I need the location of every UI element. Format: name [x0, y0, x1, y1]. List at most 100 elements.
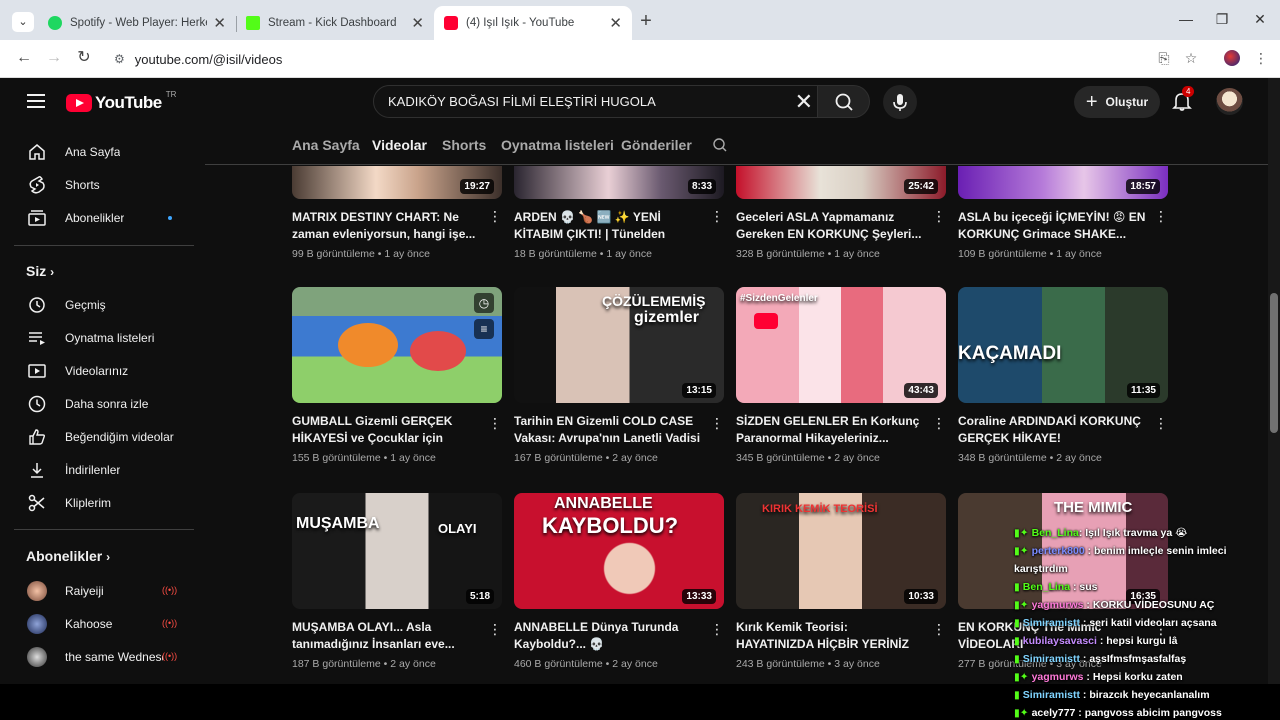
account-avatar[interactable]: [1216, 88, 1243, 115]
close-tab-icon[interactable]: ✕: [213, 14, 226, 32]
close-tab-icon[interactable]: ✕: [609, 14, 622, 32]
video-card[interactable]: KAÇAMADI 11:35 Coraline ARDINDAKİ KORKUN…: [958, 287, 1168, 464]
more-actions-icon[interactable]: ⋮: [1154, 208, 1168, 225]
video-card[interactable]: 19:27 MATRIX DESTINY CHART: Ne zaman evl…: [292, 166, 502, 260]
voice-search-button[interactable]: [883, 85, 917, 119]
sidebar-item-clips[interactable]: Kliplerim: [14, 486, 190, 519]
create-button[interactable]: + Oluştur: [1074, 86, 1160, 118]
more-actions-icon[interactable]: ⋮: [710, 621, 724, 638]
minimize-icon[interactable]: —: [1176, 11, 1196, 27]
video-thumbnail[interactable]: KIRIK KEMİK TEORİSİ 10:33: [736, 493, 946, 609]
video-thumbnail[interactable]: KAÇAMADI 11:35: [958, 287, 1168, 403]
new-tab-icon[interactable]: +: [636, 10, 656, 33]
video-card[interactable]: 25:42 Geceleri ASLA Yapmamanız Gereken E…: [736, 166, 946, 260]
tab-home[interactable]: Ana Sayfa: [292, 137, 360, 153]
install-app-icon[interactable]: ⎘: [1155, 50, 1173, 67]
page-scrollbar[interactable]: [1268, 78, 1280, 684]
clear-search-icon[interactable]: ✕: [795, 89, 813, 115]
sidebar-item-watch-later[interactable]: Daha sonra izle: [14, 387, 190, 420]
sidebar-subscriptions-heading[interactable]: Abonelikler ›: [26, 548, 110, 564]
microphone-icon: [893, 94, 907, 111]
video-card[interactable]: ◷ ≡ GUMBALL Gizemli GERÇEK HİKAYESİ ve Ç…: [292, 287, 502, 464]
browser-profile-avatar[interactable]: [1224, 50, 1240, 66]
video-thumbnail[interactable]: 19:27: [292, 166, 502, 199]
search-button[interactable]: [818, 85, 870, 118]
video-card[interactable]: ÇÖZÜLEMEMİŞ gizemler 13:15 Tarihin EN Gi…: [514, 287, 724, 464]
url-field[interactable]: ⚙ youtube.com/@isil/videos: [104, 45, 1144, 73]
video-card[interactable]: ANNABELLE KAYBOLDU? 13:33 ANNABELLE Düny…: [514, 493, 724, 670]
video-thumbnail[interactable]: ANNABELLE KAYBOLDU? 13:33: [514, 493, 724, 609]
more-actions-icon[interactable]: ⋮: [932, 208, 946, 225]
close-tab-icon[interactable]: ✕: [411, 14, 424, 32]
sidebar-you-heading[interactable]: Siz ›: [26, 263, 54, 279]
sidebar-channel-item[interactable]: Raiyeiji ((•)): [14, 574, 190, 607]
tab-playlists[interactable]: Oynatma listeleri: [501, 137, 614, 153]
more-actions-icon[interactable]: ⋮: [932, 621, 946, 638]
video-title[interactable]: Coraline ARDINDAKİ KORKUNÇ GERÇEK HİKAYE…: [958, 413, 1148, 447]
scrollbar-thumb[interactable]: [1270, 293, 1278, 433]
sidebar-item-history[interactable]: Geçmiş: [14, 288, 190, 321]
more-actions-icon[interactable]: ⋮: [488, 208, 502, 225]
tab-kick[interactable]: Stream - Kick Dashboard ✕: [236, 6, 434, 40]
more-actions-icon[interactable]: ⋮: [488, 415, 502, 432]
video-thumbnail[interactable]: 8:33: [514, 166, 724, 199]
sidebar-item-home[interactable]: Ana Sayfa: [14, 135, 190, 168]
browser-menu-icon[interactable]: ⋮: [1252, 50, 1270, 67]
more-actions-icon[interactable]: ⋮: [1154, 415, 1168, 432]
sidebar-channel-item[interactable]: the same Wednesday ((•)): [14, 640, 190, 673]
more-actions-icon[interactable]: ⋮: [710, 415, 724, 432]
tab-videos[interactable]: Videolar: [372, 137, 427, 153]
video-card[interactable]: 8:33 ARDEN 💀 🍗 🆕 ✨ YENİ KİTABIM ÇIKTI! |…: [514, 166, 724, 260]
video-card[interactable]: KIRIK KEMİK TEORİSİ 10:33 Kırık Kemik Te…: [736, 493, 946, 670]
video-thumbnail[interactable]: 25:42: [736, 166, 946, 199]
video-title[interactable]: ARDEN 💀 🍗 🆕 ✨ YENİ KİTABIM ÇIKTI! | Tüne…: [514, 209, 704, 243]
sidebar-channel-item[interactable]: Kahoose ((•)): [14, 607, 190, 640]
video-meta: 328 B görüntüleme • 1 ay önce: [736, 248, 880, 260]
video-thumbnail[interactable]: 18:57: [958, 166, 1168, 199]
video-title[interactable]: ASLA bu içeceği İÇMEYİN! 😡 EN KORKUNÇ Gr…: [958, 209, 1148, 243]
menu-icon[interactable]: [27, 94, 45, 108]
video-card[interactable]: #SizdenGelenler 43:43 SİZDEN GELENLER En…: [736, 287, 946, 464]
video-thumbnail[interactable]: ◷ ≡: [292, 287, 502, 403]
watch-later-icon[interactable]: ◷: [474, 293, 494, 313]
video-card[interactable]: MUŞAMBA OLAYI 5:18 MUŞAMBA OLAYI... Asla…: [292, 493, 502, 670]
tab-youtube[interactable]: (4) Işıl Işık - YouTube ✕: [434, 6, 632, 40]
sidebar-item-liked[interactable]: Beğendiğim videolar: [14, 420, 190, 453]
sidebar-item-downloads[interactable]: İndirilenler: [14, 453, 190, 486]
more-actions-icon[interactable]: ⋮: [488, 621, 502, 638]
youtube-logo[interactable]: YouTube TR: [66, 90, 176, 113]
tab-posts[interactable]: Gönderiler: [621, 137, 692, 153]
maximize-icon[interactable]: ❐: [1212, 11, 1232, 28]
more-actions-icon[interactable]: ⋮: [710, 208, 724, 225]
reload-icon[interactable]: ↻: [74, 48, 94, 68]
notifications-button[interactable]: 4: [1171, 86, 1195, 112]
search-input[interactable]: KADIKÖY BOĞASI FİLMİ ELEŞTİRİ HUGOLA ✕: [373, 85, 818, 118]
back-icon[interactable]: ←: [14, 48, 34, 68]
video-thumbnail[interactable]: MUŞAMBA OLAYI 5:18: [292, 493, 502, 609]
site-info-icon[interactable]: ⚙: [114, 52, 125, 66]
sidebar-item-your-videos[interactable]: Videolarınız: [14, 354, 190, 387]
tab-search-button[interactable]: ⌄: [12, 12, 34, 32]
video-thumbnail[interactable]: ÇÖZÜLEMEMİŞ gizemler 13:15: [514, 287, 724, 403]
tab-shorts[interactable]: Shorts: [442, 137, 486, 153]
close-window-icon[interactable]: ✕: [1250, 11, 1270, 28]
video-title[interactable]: MATRIX DESTINY CHART: Ne zaman evleniyor…: [292, 209, 482, 243]
video-thumbnail[interactable]: #SizdenGelenler 43:43: [736, 287, 946, 403]
video-title[interactable]: ANNABELLE Dünya Turunda Kayboldu?... 💀: [514, 619, 704, 653]
bookmark-star-icon[interactable]: ☆: [1182, 50, 1200, 67]
video-title[interactable]: SİZDEN GELENLER En Korkunç Paranormal Hi…: [736, 413, 926, 447]
tab-spotify[interactable]: Spotify - Web Player: Herkes için müzik …: [38, 6, 236, 40]
video-title[interactable]: MUŞAMBA OLAYI... Asla tanımadığınız İnsa…: [292, 619, 482, 653]
more-actions-icon[interactable]: ⋮: [932, 415, 946, 432]
sidebar-item-shorts[interactable]: Shorts: [14, 168, 190, 201]
sidebar-item-subscriptions[interactable]: Abonelikler: [14, 201, 190, 234]
sidebar-item-playlists[interactable]: Oynatma listeleri: [14, 321, 190, 354]
video-title[interactable]: Kırık Kemik Teorisi: HAYATINIZDA HİÇBİR …: [736, 619, 926, 653]
add-to-queue-icon[interactable]: ≡: [474, 319, 494, 339]
video-title[interactable]: GUMBALL Gizemli GERÇEK HİKAYESİ ve Çocuk…: [292, 413, 482, 447]
video-title[interactable]: Tarihin EN Gizemli COLD CASE Vakası: Avr…: [514, 413, 704, 447]
video-title[interactable]: Geceleri ASLA Yapmamanız Gereken EN KORK…: [736, 209, 926, 243]
forward-icon[interactable]: →: [44, 48, 64, 68]
channel-search-icon[interactable]: [712, 137, 728, 153]
video-card[interactable]: 18:57 ASLA bu içeceği İÇMEYİN! 😡 EN KORK…: [958, 166, 1168, 260]
